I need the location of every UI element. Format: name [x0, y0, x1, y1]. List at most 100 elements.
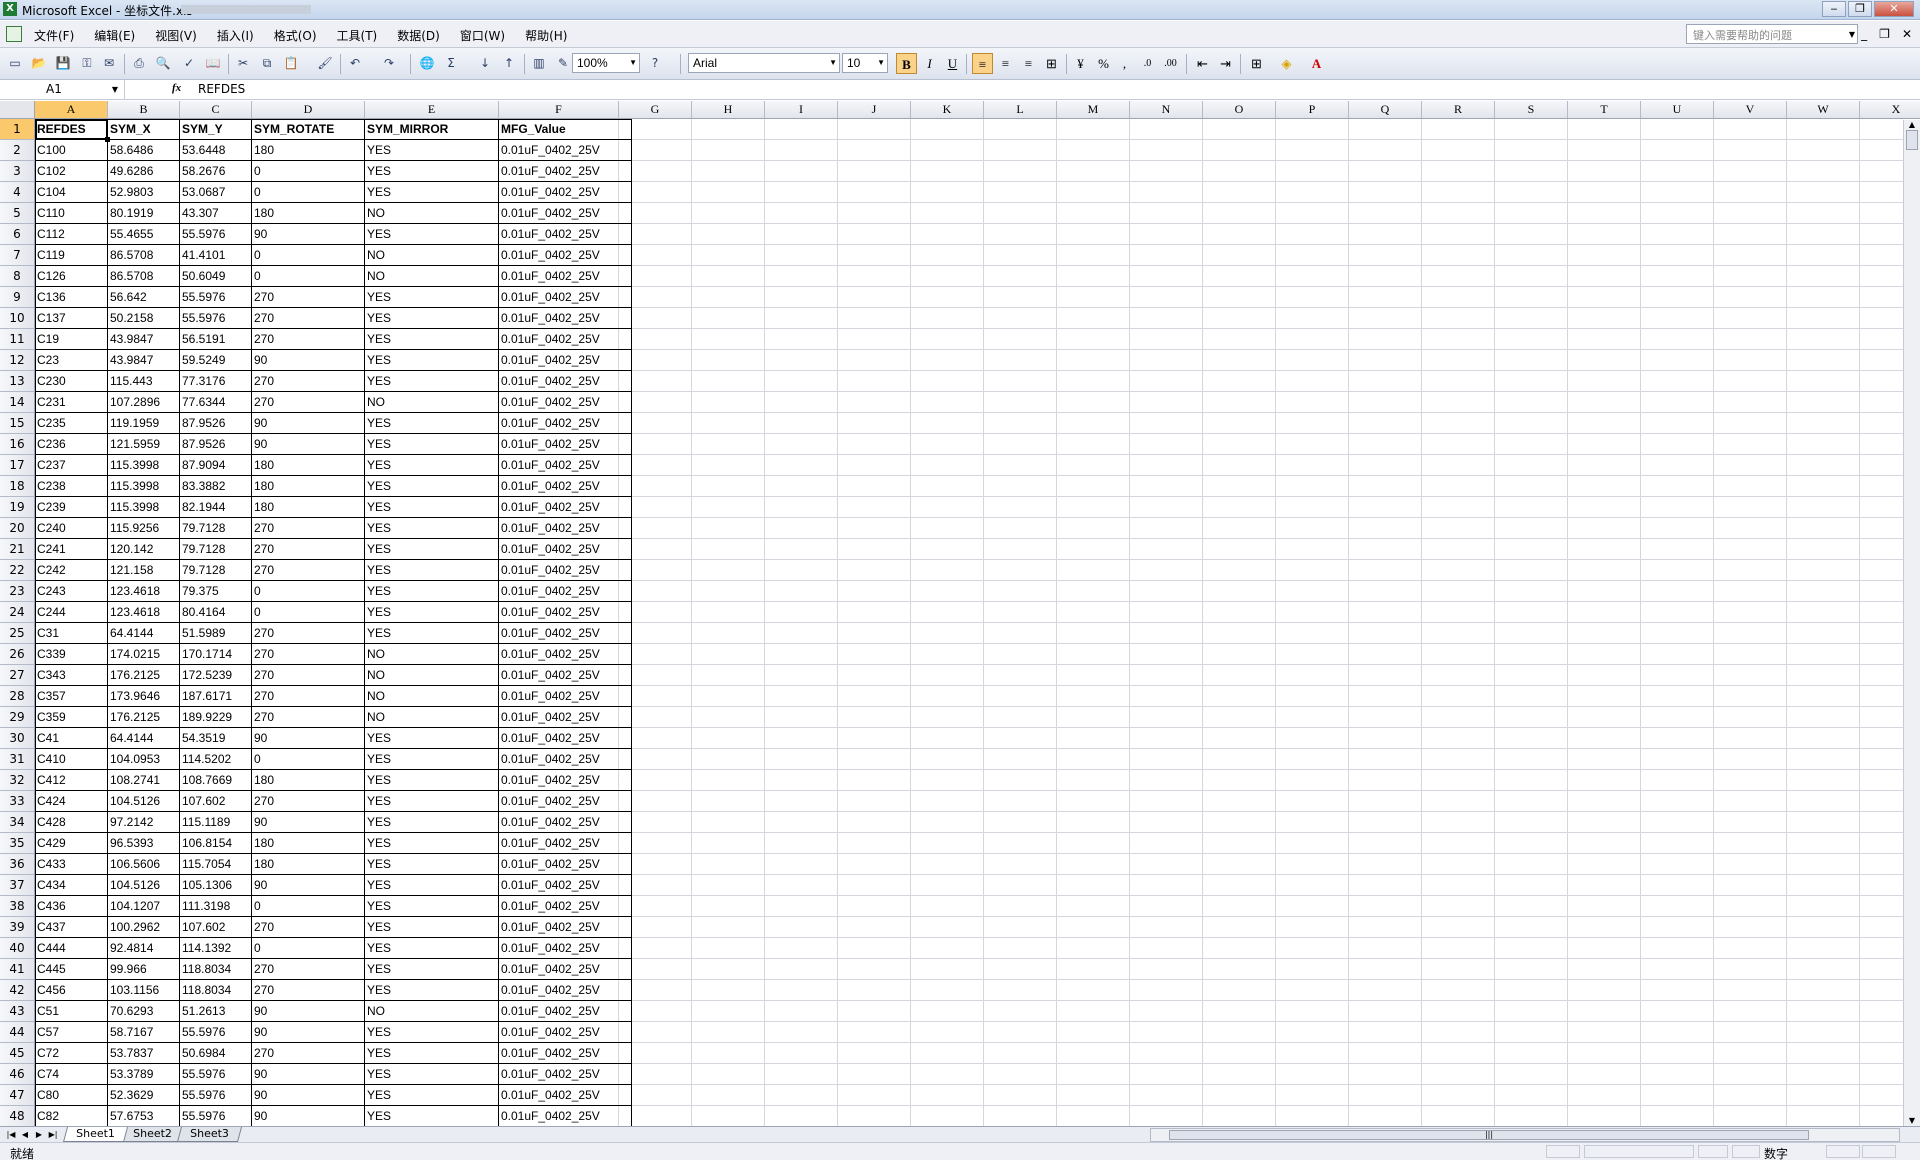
menu-item[interactable]: 编辑(E) — [94, 27, 135, 44]
spelling-icon[interactable]: ✓ — [180, 54, 198, 72]
menu-item[interactable]: 帮助(H) — [525, 27, 567, 44]
row-header[interactable]: 23 — [0, 581, 35, 602]
row-header[interactable]: 11 — [0, 329, 35, 350]
column-header[interactable]: Q — [1349, 101, 1422, 119]
row-header[interactable]: 27 — [0, 665, 35, 686]
row-header[interactable]: 1 — [0, 119, 35, 140]
sort-descending-icon[interactable]: ↑ — [500, 54, 518, 72]
column-header[interactable]: A — [35, 101, 108, 119]
column-header[interactable]: T — [1568, 101, 1641, 119]
row-header[interactable]: 18 — [0, 476, 35, 497]
row-header[interactable]: 39 — [0, 917, 35, 938]
new-icon[interactable]: ▭ — [6, 54, 24, 72]
first-sheet-icon[interactable]: |◀ — [4, 1128, 18, 1142]
minimize-button[interactable]: ‒ — [1822, 1, 1846, 17]
row-header[interactable]: 40 — [0, 938, 35, 959]
autosum-icon[interactable]: Σ — [442, 54, 460, 72]
horizontal-scroll-thumb[interactable]: ||| — [1169, 1130, 1809, 1140]
select-all-corner[interactable] — [0, 101, 35, 119]
comma-button[interactable]: , — [1114, 53, 1135, 74]
row-header[interactable]: 5 — [0, 203, 35, 224]
row-header[interactable]: 9 — [0, 287, 35, 308]
paste-icon[interactable]: 📋 — [282, 54, 300, 72]
increase-indent-icon[interactable]: ⇥ — [1215, 53, 1236, 74]
row-header[interactable]: 13 — [0, 371, 35, 392]
row-header[interactable]: 32 — [0, 770, 35, 791]
sheet-tab[interactable]: Sheet1 — [62, 1127, 128, 1142]
menu-item[interactable]: 格式(O) — [274, 27, 317, 44]
menu-item[interactable]: 文件(F) — [34, 27, 74, 44]
row-header[interactable]: 35 — [0, 833, 35, 854]
permission-icon[interactable]: ⚿ — [78, 54, 96, 72]
row-header[interactable]: 16 — [0, 434, 35, 455]
font-name-select[interactable]: Arial ▼ — [688, 53, 840, 73]
sheet-tab[interactable]: Sheet3 — [176, 1127, 242, 1142]
scroll-down-icon[interactable]: ▼ — [1904, 1116, 1920, 1126]
row-header[interactable]: 44 — [0, 1022, 35, 1043]
undo-icon[interactable]: ↶ — [346, 54, 364, 72]
row-header[interactable]: 36 — [0, 854, 35, 875]
row-header[interactable]: 6 — [0, 224, 35, 245]
row-header[interactable]: 24 — [0, 602, 35, 623]
zoom-select[interactable]: 100% ▼ — [572, 53, 640, 73]
menu-item[interactable]: 工具(T) — [337, 27, 378, 44]
column-header[interactable]: C — [180, 101, 252, 119]
email-icon[interactable]: ✉ — [100, 54, 118, 72]
column-header[interactable]: J — [838, 101, 911, 119]
column-header[interactable]: I — [765, 101, 838, 119]
format-painter-icon[interactable]: 🖌 — [316, 54, 334, 72]
percent-button[interactable]: % — [1093, 53, 1114, 74]
row-header[interactable]: 10 — [0, 308, 35, 329]
last-sheet-icon[interactable]: ▶| — [46, 1128, 60, 1142]
merge-center-icon[interactable]: ⊞ — [1041, 53, 1062, 74]
vertical-scroll-thumb[interactable] — [1906, 130, 1918, 150]
drawing-icon[interactable]: ✎ — [554, 54, 572, 72]
column-header[interactable]: V — [1714, 101, 1787, 119]
excel-app-icon[interactable]: X — [3, 2, 17, 16]
redo-icon[interactable]: ↷ — [380, 54, 398, 72]
sheet-tab[interactable]: Sheet2 — [119, 1127, 185, 1142]
font-color-icon[interactable]: A — [1306, 53, 1327, 74]
column-header[interactable]: M — [1057, 101, 1130, 119]
column-header[interactable]: R — [1422, 101, 1495, 119]
row-header[interactable]: 48 — [0, 1106, 35, 1127]
row-header[interactable]: 37 — [0, 875, 35, 896]
row-header[interactable]: 34 — [0, 812, 35, 833]
column-header[interactable]: S — [1495, 101, 1568, 119]
cut-icon[interactable]: ✂ — [234, 54, 252, 72]
row-header[interactable]: 30 — [0, 728, 35, 749]
row-header[interactable]: 2 — [0, 140, 35, 161]
workbook-icon[interactable] — [6, 26, 22, 42]
row-header[interactable]: 4 — [0, 182, 35, 203]
next-sheet-icon[interactable]: ▶ — [32, 1128, 46, 1142]
row-header[interactable]: 29 — [0, 707, 35, 728]
column-header[interactable]: O — [1203, 101, 1276, 119]
row-header[interactable]: 42 — [0, 980, 35, 1001]
menu-item[interactable]: 窗口(W) — [460, 27, 505, 44]
bold-button[interactable]: B — [896, 53, 917, 74]
prev-sheet-icon[interactable]: ◀ — [18, 1128, 32, 1142]
column-header[interactable]: H — [692, 101, 765, 119]
row-header[interactable]: 20 — [0, 518, 35, 539]
column-header[interactable]: N — [1130, 101, 1203, 119]
menu-item[interactable]: 视图(V) — [155, 27, 197, 44]
save-icon[interactable]: 💾 — [54, 54, 72, 72]
row-header[interactable]: 3 — [0, 161, 35, 182]
print-preview-icon[interactable]: 🔍 — [154, 54, 172, 72]
doc-close-button[interactable]: ✕ — [1902, 27, 1912, 41]
menu-item[interactable]: 数据(D) — [397, 27, 440, 44]
row-header[interactable]: 28 — [0, 686, 35, 707]
decrease-indent-icon[interactable]: ⇤ — [1192, 53, 1213, 74]
open-icon[interactable]: 📂 — [30, 54, 48, 72]
align-center-icon[interactable]: ≡ — [995, 53, 1016, 74]
doc-restore-button[interactable]: ❐ — [1879, 27, 1890, 41]
column-header[interactable]: K — [911, 101, 984, 119]
row-header[interactable]: 19 — [0, 497, 35, 518]
column-header[interactable]: D — [252, 101, 365, 119]
column-header[interactable]: E — [365, 101, 499, 119]
chart-wizard-icon[interactable]: ▥ — [530, 54, 548, 72]
restore-button[interactable]: ❐ — [1848, 1, 1872, 17]
horizontal-scrollbar[interactable]: ||| — [1150, 1128, 1900, 1142]
sort-ascending-icon[interactable]: ↓ — [476, 54, 494, 72]
row-header[interactable]: 25 — [0, 623, 35, 644]
